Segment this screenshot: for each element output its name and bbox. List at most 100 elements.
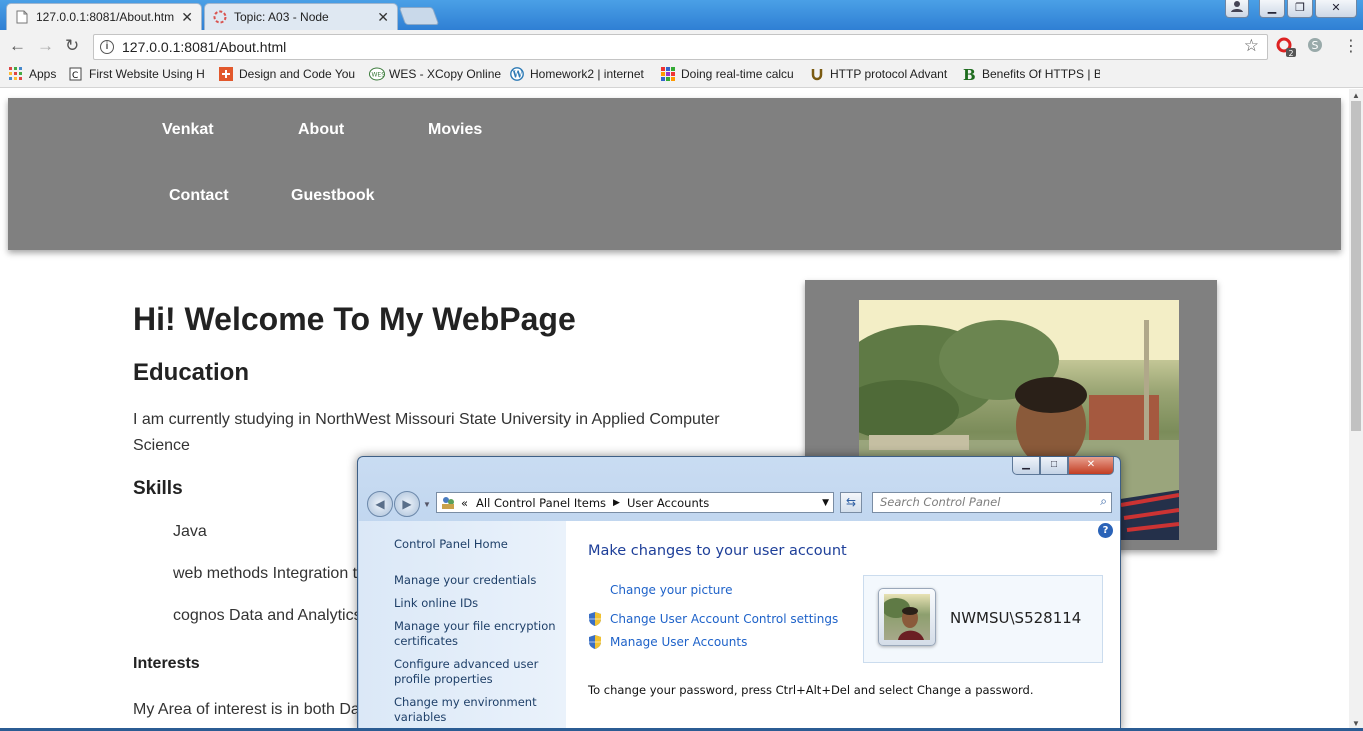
skills-heading: Skills [133,478,183,499]
chevron-down-icon[interactable]: ▼ [822,498,829,508]
search-input[interactable]: Search Control Panel ⌕ [872,492,1112,513]
bookmark-star-icon[interactable]: ☆ [1244,36,1259,56]
minimize-button[interactable]: ▁ [1259,0,1285,18]
task-change-picture[interactable]: Change your picture [610,583,732,597]
task-uac-settings[interactable]: Change User Account Control settings [610,612,838,626]
extension-badge: 2 [1289,49,1294,57]
bookmark-4[interactable]: W Homework2 | internet [510,67,650,81]
maximize-button[interactable]: □ [1040,457,1068,475]
interests-heading: Interests [133,655,200,672]
site-navbar: Venkat About Movies Contact Guestbook [8,98,1341,250]
tab-close-icon[interactable]: ✕ [181,9,193,26]
back-arrow-icon[interactable]: ◀ [367,491,393,517]
control-panel-icon [441,496,455,509]
profile-icon[interactable] [1225,0,1249,18]
skill-item: Java [173,523,207,540]
avatar-picture [884,594,930,640]
bookmark-1[interactable]: C First Website Using H [69,67,206,81]
reload-icon[interactable]: ↻ [65,36,79,56]
menu-icon[interactable]: ⋮ [1343,36,1359,56]
page-icon [15,10,29,24]
cp-task-pane: Control Panel Home Manage your credentia… [359,521,566,730]
cp-main-pane: ? Make changes to your user account Chan… [566,521,1120,730]
color-grid-icon [661,67,675,81]
bookmark-label: Benefits Of HTTPS | Be [982,67,1100,81]
tab-title: Topic: A03 - Node [234,10,329,24]
help-icon[interactable]: ? [1098,523,1113,538]
breadcrumb-overflow-icon[interactable]: « [461,496,468,510]
loading-icon [213,10,227,24]
svg-text:WES: WES [372,72,386,79]
scrollbar-thumb[interactable] [1351,101,1361,431]
bookmark-6[interactable]: HTTP protocol Advant [810,67,951,81]
horseshoe-icon [810,67,824,81]
link-profile-properties[interactable]: Configure advanced user profile properti… [394,657,564,687]
bookmark-3[interactable]: WES WES - XCopy Online [369,67,503,81]
cp-address-bar[interactable]: « All Control Panel Items ▶ User Account… [436,492,834,513]
new-tab-button[interactable] [398,7,440,25]
breadcrumb-item[interactable]: All Control Panel Items [476,496,606,510]
close-button[interactable]: ✕ [1068,457,1114,475]
page-title: Hi! Welcome To My WebPage [133,301,576,337]
back-arrow-icon[interactable]: ← [9,36,26,56]
bookmark-label: Doing real-time calcu [681,67,794,81]
maximize-button[interactable]: ❐ [1287,0,1313,18]
browser-toolbar: ← → ↻ i 127.0.0.1:8081/About.html ☆ 2 S … [0,30,1363,63]
minimize-button[interactable]: ▁ [1012,457,1040,475]
nav-link-guestbook[interactable]: Guestbook [291,187,375,205]
bookmark-label: HTTP protocol Advant [830,67,948,81]
address-bar[interactable]: i 127.0.0.1:8081/About.html ☆ [93,34,1268,60]
info-icon[interactable]: i [100,40,114,54]
bookmark-apps[interactable]: Apps [9,67,65,81]
bookmark-label: Homework2 | internet [530,67,644,81]
tab-about[interactable]: 127.0.0.1:8081/About.htm ✕ [6,3,202,30]
bookmark-7[interactable]: B Benefits Of HTTPS | Be [962,67,1100,81]
c-page-icon: C [69,67,83,81]
link-manage-credentials[interactable]: Manage your credentials [394,573,564,588]
apps-grid-icon [9,67,23,81]
forward-arrow-icon[interactable]: → [37,36,54,56]
skill-item: cognos Data and Analytics [173,607,362,624]
tab-topic[interactable]: Topic: A03 - Node ✕ [204,3,398,30]
recent-pages-icon[interactable]: ▼ [423,500,431,517]
wordpress-icon: W [510,67,524,81]
close-button[interactable]: ✕ [1315,0,1357,18]
svg-text:C: C [72,71,78,81]
bookmark-label: First Website Using H [89,67,205,81]
skill-item: web methods Integration t [173,565,358,582]
nav-link-about[interactable]: About [298,121,344,139]
svg-text:B: B [963,67,976,81]
link-environment-variables[interactable]: Change my environment variables [394,695,564,725]
scroll-up-icon[interactable]: ▲ [1352,91,1360,100]
refresh-button[interactable]: ⇆ [840,492,862,513]
page-scrollbar[interactable]: ▲ ▼ [1349,89,1363,731]
bookmark-2[interactable]: Design and Code You [219,67,359,81]
breadcrumb-item[interactable]: User Accounts [627,496,709,510]
search-icon[interactable]: ⌕ [1100,494,1107,509]
opera-extension-icon[interactable]: 2 [1276,37,1296,60]
control-panel-window: ▁ □ ✕ ◀ ▶ ▼ « All Control Panel Items ▶ … [357,456,1121,731]
cp-heading: Make changes to your user account [588,543,847,559]
tab-title: 127.0.0.1:8081/About.htm [36,10,175,24]
tab-close-icon[interactable]: ✕ [377,9,389,26]
forward-arrow-icon[interactable]: ▶ [394,491,420,517]
svg-text:S: S [1312,39,1319,52]
nav-link-contact[interactable]: Contact [169,187,229,205]
link-online-ids[interactable]: Link online IDs [394,596,564,611]
url-path: :8081/About.html [180,39,287,55]
link-file-encryption[interactable]: Manage your file encryption certificates [394,619,564,649]
skype-icon[interactable]: S [1307,37,1323,56]
link-control-panel-home[interactable]: Control Panel Home [394,537,564,552]
bookmarks-bar: Apps C First Website Using H Design and … [0,63,1363,88]
nav-link-venkat[interactable]: Venkat [162,121,214,139]
nav-link-movies[interactable]: Movies [428,121,482,139]
task-manage-accounts[interactable]: Manage User Accounts [610,635,747,649]
bookmark-label: WES - XCopy Online [389,67,502,81]
avatar[interactable] [878,588,936,646]
uac-shield-icon [588,611,602,627]
scroll-down-icon[interactable]: ▼ [1352,719,1360,728]
b-logo-icon: B [962,67,976,81]
svg-text:W: W [512,71,524,81]
bookmark-5[interactable]: Doing real-time calcu [661,67,798,81]
breadcrumb-separator-icon[interactable]: ▶ [613,498,620,508]
